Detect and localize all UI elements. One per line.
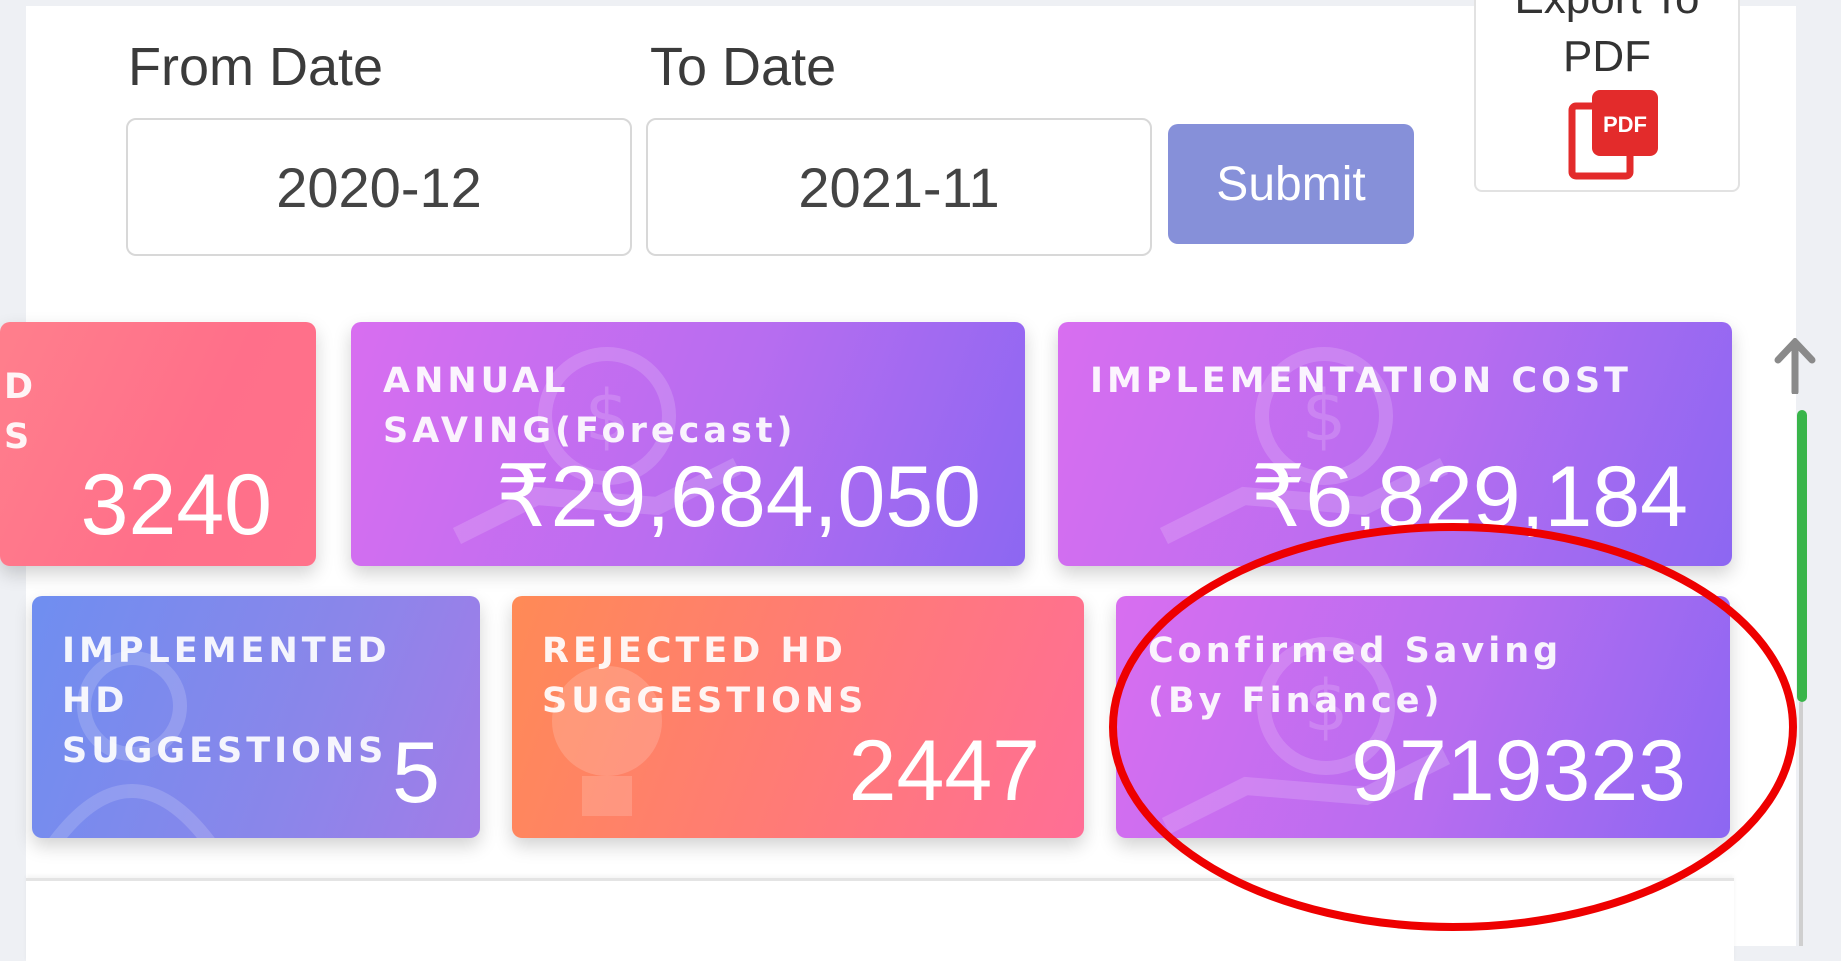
card-value: 3240 [80,457,272,553]
card-title: IMPLEMENTED HD SUGGESTIONS [62,631,391,771]
pdf-icon: PDF [1568,90,1658,180]
from-date-input[interactable] [126,118,632,256]
submit-button[interactable]: Submit [1168,124,1414,244]
implementation-cost-card[interactable]: $ IMPLEMENTATION COST ₹6,829,184 [1058,322,1732,566]
scrollbar-track[interactable] [1799,702,1803,946]
pdf-icon-text: PDF [1603,112,1647,137]
content-box [26,878,1734,961]
scroll-up-arrow-icon[interactable] [1772,338,1818,394]
rejected-suggestions-card[interactable]: REJECTED HD SUGGESTIONS 2447 [512,596,1084,838]
card-title: ANNUAL SAVING(Forecast) [383,361,797,451]
card-title: IMPLEMENTATION COST [1090,361,1632,401]
from-date-label: From Date [128,37,384,97]
annual-saving-card[interactable]: $ ANNUAL SAVING(Forecast) ₹29,684,050 [351,322,1025,566]
export-pdf-label: Export To PDF [1514,0,1699,81]
suggestions-count-card[interactable]: D S 3240 [0,322,316,566]
to-date-label: To Date [650,37,837,97]
card-title: D S [4,367,38,457]
export-pdf-button[interactable]: Export To PDF PDF [1474,0,1740,192]
confirmed-saving-card[interactable]: $ Confirmed Saving (By Finance) 9719323 [1116,596,1730,838]
card-value: 2447 [848,723,1040,819]
implemented-suggestions-card[interactable]: IMPLEMENTED HD SUGGESTIONS 5 [32,596,480,838]
scrollbar-thumb[interactable] [1797,410,1807,702]
card-value: 9719323 [1351,723,1686,819]
card-value: 5 [392,725,440,821]
card-value: ₹29,684,050 [495,449,981,545]
to-date-input[interactable] [646,118,1152,256]
card-title: Confirmed Saving (By Finance) [1148,631,1563,721]
card-value: ₹6,829,184 [1250,449,1688,545]
card-title: REJECTED HD SUGGESTIONS [542,631,868,721]
